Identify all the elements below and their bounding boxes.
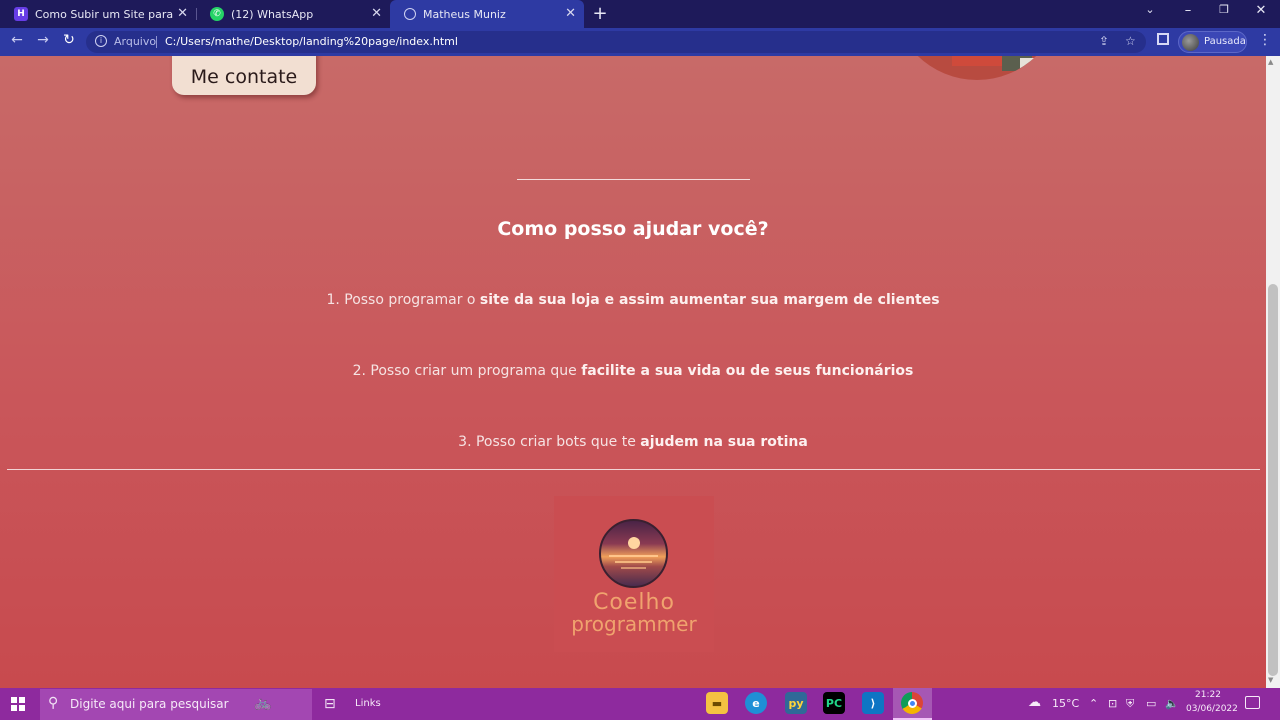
defender-icon[interactable]: ⛨ [1126, 697, 1134, 711]
taskbar-search-box[interactable]: ⚲ Digite aqui para pesquisar 🚲 [40, 689, 312, 720]
close-icon[interactable]: ✕ [565, 6, 576, 22]
service-highlight: site da sua loja e assim aumentar sua ma… [479, 292, 940, 308]
reload-button[interactable]: ↻ [59, 32, 79, 48]
tab-label: Como Subir um Site para o Servi [35, 7, 175, 21]
whatsapp-icon: ✆ [210, 7, 224, 21]
address-toolbar: ← → ↻ i Arquivo C:/Users/mathe/Desktop/l… [0, 28, 1280, 56]
bookmark-star-icon[interactable]: ☆ [1125, 34, 1136, 48]
search-placeholder: Digite aqui para pesquisar [70, 697, 229, 711]
omnibox-divider [156, 36, 157, 48]
service-item: 1. Posso programar o site da sua loja e … [0, 292, 1266, 308]
links-toolbar[interactable]: Links [355, 698, 381, 709]
scroll-down-arrow[interactable]: ▼ [1268, 676, 1273, 684]
close-window-button[interactable]: ✕ [1251, 3, 1271, 18]
scrollbar-thumb[interactable] [1268, 284, 1278, 676]
info-icon[interactable]: i [95, 35, 107, 47]
volume-icon[interactable]: 🔈 [1165, 697, 1179, 710]
avatar [1182, 34, 1199, 51]
profile-button[interactable]: Pausada [1178, 31, 1247, 53]
service-highlight: ajudem na sua rotina [640, 434, 808, 450]
page-viewport: Me contate Como posso ajudar você? 1. Po… [0, 56, 1266, 688]
tab-label: (12) WhatsApp [231, 7, 314, 21]
sunset-logo-icon [599, 519, 668, 588]
service-highlight: facilite a sua vida ou de seus funcionár… [581, 363, 914, 379]
logo-title: Coelho [593, 590, 675, 615]
service-text: 1. Posso programar o [326, 292, 480, 308]
tab-como-subir[interactable]: H Como Subir um Site para o Servi ✕ [0, 0, 196, 28]
tab-search-icon[interactable]: ⌄ [1140, 3, 1160, 16]
file-explorer-icon[interactable]: ▬ [706, 692, 728, 714]
new-tab-button[interactable]: + [590, 3, 610, 24]
windows-taskbar: ⚲ Digite aqui para pesquisar 🚲 ⊟ Links ▬… [0, 688, 1280, 720]
restore-button[interactable]: ❐ [1214, 3, 1234, 16]
close-icon[interactable]: ✕ [371, 6, 382, 22]
globe-icon [404, 8, 416, 20]
address-bar[interactable]: i Arquivo C:/Users/mathe/Desktop/landing… [86, 31, 1146, 53]
back-button[interactable]: ← [7, 32, 27, 48]
task-view-icon[interactable]: ⊟ [324, 696, 336, 712]
side-panel-icon[interactable] [1157, 33, 1169, 45]
service-item: 3. Posso criar bots que te ajudem na sua… [0, 434, 1266, 450]
vscode-icon[interactable]: ⟩ [862, 692, 884, 714]
service-item: 2. Posso criar um programa que facilite … [0, 363, 1266, 379]
share-icon[interactable]: ⇪ [1099, 34, 1109, 48]
contact-button[interactable]: Me contate [172, 56, 316, 95]
omnibox-url[interactable]: C:/Users/mathe/Desktop/landing%20page/in… [165, 35, 458, 48]
chrome-icon[interactable] [901, 692, 923, 714]
menu-icon[interactable]: ⋮ [1258, 32, 1272, 48]
service-text: 2. Posso criar um programa que [352, 363, 582, 379]
hostinger-icon: H [14, 7, 28, 21]
edge-icon[interactable]: e [745, 692, 767, 714]
python-icon[interactable]: py [785, 692, 807, 714]
section-heading: Como posso ajudar você? [497, 218, 769, 240]
scroll-up-arrow[interactable]: ▲ [1268, 58, 1273, 66]
logo-subtitle: programmer [571, 612, 697, 636]
service-text: 3. Posso criar bots que te [458, 434, 641, 450]
chevron-up-icon[interactable]: ⌃ [1089, 697, 1098, 710]
footer-divider [7, 469, 1260, 470]
tab-label: Matheus Muniz [423, 7, 506, 21]
section-divider [517, 179, 750, 180]
tab-whatsapp[interactable]: ✆ (12) WhatsApp ✕ [196, 0, 390, 28]
omnibox-prefix: Arquivo [114, 35, 157, 48]
pycharm-icon[interactable]: PC [823, 692, 845, 714]
profile-photo [892, 56, 1062, 80]
brand-logo: Coelho programmer [554, 496, 714, 652]
windows-start-icon[interactable] [11, 697, 25, 711]
browser-tab-strip: H Como Subir um Site para o Servi ✕ ✆ (1… [0, 0, 1280, 28]
tab-matheus-muniz[interactable]: Matheus Muniz ✕ [390, 0, 584, 28]
notification-icon[interactable] [1245, 696, 1260, 709]
clock-time[interactable]: 21:22 [1195, 690, 1221, 700]
network-icon[interactable]: ▭ [1146, 697, 1156, 710]
clock-date[interactable]: 03/06/2022 [1186, 704, 1238, 714]
meet-icon[interactable]: ⊡ [1108, 697, 1117, 710]
weather-icon[interactable]: ☁ [1028, 695, 1041, 710]
profile-label: Pausada [1204, 36, 1246, 47]
search-icon: ⚲ [48, 695, 59, 711]
search-highlight-icon: 🚲 [254, 695, 272, 711]
forward-button[interactable]: → [33, 32, 53, 48]
weather-temp[interactable]: 15°C [1052, 697, 1079, 710]
close-icon[interactable]: ✕ [177, 6, 188, 22]
minimize-button[interactable]: – [1178, 3, 1198, 18]
